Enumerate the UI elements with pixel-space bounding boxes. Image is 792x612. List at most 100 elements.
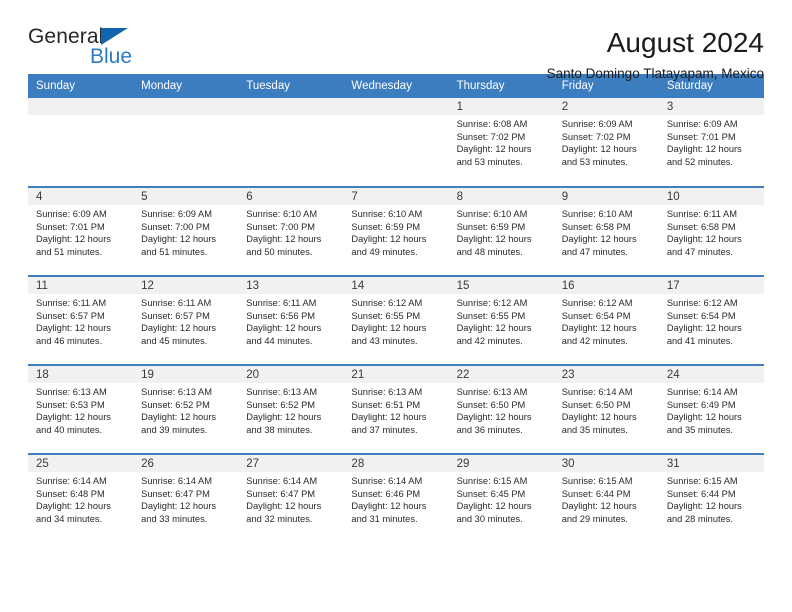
day-info-line: Sunset: 6:49 PM [666, 399, 736, 410]
day-info-line: and 30 minutes. [456, 513, 523, 524]
day-info-line: and 41 minutes. [666, 335, 733, 346]
calendar-day-cell[interactable]: 25 Sunrise: 6:14 AM Sunset: 6:48 PM Dayligh… [28, 453, 134, 543]
day-info-line: Sunset: 6:55 PM [351, 310, 421, 321]
calendar-day-cell[interactable]: 21 Sunrise: 6:13 AM Sunset: 6:51 PM Dayligh… [343, 364, 449, 454]
day-info-line: Sunrise: 6:14 AM [351, 476, 423, 486]
day-info-line: Sunset: 6:53 PM [36, 399, 105, 410]
day-sun-info: Sunrise: 6:14 AM Sunset: 6:50 PM Daylight:… [554, 383, 659, 436]
day-info-line: Sunrise: 6:14 AM [666, 387, 738, 397]
day-info-line: Daylight: 12 hours [666, 323, 742, 334]
calendar-day-cell[interactable]: 20 Sunrise: 6:13 AM Sunset: 6:52 PM Dayligh… [238, 364, 344, 454]
calendar-day-cell[interactable]: 3 Sunrise: 6:09 AM Sunset: 7:01 PM Daylight… [658, 98, 764, 187]
day-info-line: and 28 minutes. [666, 513, 733, 524]
day-info-line: Sunset: 6:59 PM [351, 221, 421, 232]
day-info-line: Sunrise: 6:10 AM [351, 209, 423, 219]
calendar-day-cell[interactable]: 14 Sunrise: 6:12 AM Sunset: 6:55 PM Dayligh… [343, 275, 449, 365]
day-info-line: Sunrise: 6:12 AM [666, 298, 738, 308]
calendar-day-cell[interactable]: 7 Sunrise: 6:10 AM Sunset: 6:59 PM Daylight… [343, 186, 449, 276]
calendar-day-cell[interactable]: 8 Sunrise: 6:10 AM Sunset: 6:59 PM Daylight… [448, 186, 554, 276]
calendar-day-cell[interactable]: 17 Sunrise: 6:12 AM Sunset: 6:54 PM Dayligh… [658, 275, 764, 365]
day-sun-info: Sunrise: 6:14 AM Sunset: 6:47 PM Daylight:… [133, 472, 238, 525]
calendar-day-cell[interactable]: 10 Sunrise: 6:11 AM Sunset: 6:58 PM Dayligh… [658, 186, 764, 276]
day-number: 18 [28, 366, 134, 383]
day-info-line: and 46 minutes. [36, 335, 103, 346]
day-info-line: and 48 minutes. [456, 246, 523, 257]
day-info-line: Sunset: 7:01 PM [36, 221, 105, 232]
day-info-line: and 37 minutes. [351, 424, 418, 435]
calendar-day-cell[interactable]: 18 Sunrise: 6:13 AM Sunset: 6:53 PM Dayligh… [28, 364, 134, 454]
day-info-line: Sunrise: 6:10 AM [456, 209, 528, 219]
calendar-day-cell[interactable]: 9 Sunrise: 6:10 AM Sunset: 6:58 PM Daylight… [553, 186, 659, 276]
day-info-line: Sunrise: 6:14 AM [246, 476, 318, 486]
day-number: 15 [448, 277, 554, 294]
calendar-day-cell[interactable]: 6 Sunrise: 6:10 AM Sunset: 7:00 PM Daylight… [238, 186, 344, 276]
calendar-day-cell[interactable]: 31 Sunrise: 6:15 AM Sunset: 6:44 PM Dayligh… [658, 453, 764, 543]
calendar-day-cell[interactable]: 16 Sunrise: 6:12 AM Sunset: 6:54 PM Dayligh… [553, 275, 659, 365]
day-sun-info: Sunrise: 6:15 AM Sunset: 6:44 PM Daylight:… [659, 472, 764, 525]
day-info-line: Sunrise: 6:15 AM [561, 476, 633, 486]
weekday-header-wednesday: Wednesday [343, 74, 449, 98]
calendar-day-cell[interactable]: 4 Sunrise: 6:09 AM Sunset: 7:01 PM Daylight… [28, 186, 134, 276]
day-sun-info: Sunrise: 6:12 AM Sunset: 6:54 PM Daylight:… [554, 294, 659, 347]
calendar-day-cell[interactable]: 15 Sunrise: 6:12 AM Sunset: 6:55 PM Dayligh… [448, 275, 554, 365]
day-info-line: and 52 minutes. [666, 156, 733, 167]
day-number: 28 [343, 455, 449, 472]
general-blue-logo[interactable]: General Blue [28, 26, 148, 74]
calendar-day-cell[interactable]: 23 Sunrise: 6:14 AM Sunset: 6:50 PM Dayligh… [553, 364, 659, 454]
day-info-line: Sunset: 6:54 PM [561, 310, 631, 321]
day-info-line: Sunset: 6:54 PM [666, 310, 736, 321]
calendar-day-cell[interactable]: 30 Sunrise: 6:15 AM Sunset: 6:44 PM Dayligh… [553, 453, 659, 543]
day-info-line: Daylight: 12 hours [456, 501, 532, 512]
day-info-line: Daylight: 12 hours [36, 323, 111, 334]
day-info-line: Sunset: 6:58 PM [561, 221, 631, 232]
calendar-day-cell[interactable]: 19 Sunrise: 6:13 AM Sunset: 6:52 PM Dayligh… [133, 364, 239, 454]
day-number: 26 [133, 455, 239, 472]
calendar-day-cell[interactable]: 26 Sunrise: 6:14 AM Sunset: 6:47 PM Dayligh… [133, 453, 239, 543]
day-info-line: and 40 minutes. [36, 424, 103, 435]
day-number: 9 [553, 188, 659, 205]
day-sun-info: Sunrise: 6:13 AM Sunset: 6:50 PM Daylight:… [449, 383, 554, 436]
day-info-line: Sunrise: 6:15 AM [456, 476, 528, 486]
day-info-line: and 33 minutes. [141, 513, 208, 524]
day-sun-info: Sunrise: 6:09 AM Sunset: 7:01 PM Daylight:… [28, 205, 133, 258]
day-info-line: Sunrise: 6:09 AM [36, 209, 107, 219]
calendar-day-cell[interactable]: 1 Sunrise: 6:08 AM Sunset: 7:02 PM Daylight… [448, 98, 554, 187]
calendar-day-cell[interactable]: 24 Sunrise: 6:14 AM Sunset: 6:49 PM Dayligh… [658, 364, 764, 454]
calendar-day-cell[interactable]: 2 Sunrise: 6:09 AM Sunset: 7:02 PM Daylight… [553, 98, 659, 187]
day-info-line: Daylight: 12 hours [666, 234, 742, 245]
calendar-table: Sunday Monday Tuesday Wednesday Thursday Frid… [28, 74, 764, 543]
calendar-day-cell[interactable]: 12 Sunrise: 6:11 AM Sunset: 6:57 PM Dayligh… [133, 275, 239, 365]
calendar-day-cell[interactable]: 5 Sunrise: 6:09 AM Sunset: 7:00 PM Daylight… [133, 186, 239, 276]
day-number: 29 [448, 455, 554, 472]
day-info-line: Daylight: 12 hours [351, 501, 427, 512]
day-info-line: and 51 minutes. [141, 246, 208, 257]
calendar-day-cell[interactable]: 11 Sunrise: 6:11 AM Sunset: 6:57 PM Dayligh… [28, 275, 134, 365]
calendar-day-cell[interactable]: 13 Sunrise: 6:11 AM Sunset: 6:56 PM Dayligh… [238, 275, 344, 365]
page-title: August 2024 [606, 27, 764, 58]
day-number: 16 [553, 277, 659, 294]
day-info-line: and 35 minutes. [666, 424, 733, 435]
day-info-line: and 31 minutes. [351, 513, 418, 524]
weekday-header-monday: Monday [133, 74, 239, 98]
day-number: 25 [28, 455, 134, 472]
day-info-line: Sunrise: 6:10 AM [246, 209, 318, 219]
day-info-line: Sunrise: 6:13 AM [36, 387, 107, 397]
calendar-week-row: 1 Sunrise: 6:08 AM Sunset: 7:02 PM Daylight… [28, 98, 764, 187]
day-info-line: Daylight: 12 hours [141, 234, 217, 245]
calendar-day-cell[interactable]: 22 Sunrise: 6:13 AM Sunset: 6:50 PM Dayligh… [448, 364, 554, 454]
day-info-line: Sunrise: 6:11 AM [141, 298, 212, 308]
day-info-line: and 34 minutes. [36, 513, 103, 524]
day-info-line: Daylight: 12 hours [561, 234, 637, 245]
calendar-day-cell[interactable]: 27 Sunrise: 6:14 AM Sunset: 6:47 PM Dayligh… [238, 453, 344, 543]
calendar-day-cell[interactable]: 28 Sunrise: 6:14 AM Sunset: 6:46 PM Dayligh… [343, 453, 449, 543]
day-info-line: Sunrise: 6:08 AM [456, 119, 528, 129]
day-number [343, 98, 449, 115]
day-info-line: and 43 minutes. [351, 335, 418, 346]
calendar-day-cell-empty [238, 98, 344, 187]
day-info-line: and 42 minutes. [561, 335, 628, 346]
calendar-day-cell[interactable]: 29 Sunrise: 6:15 AM Sunset: 6:45 PM Dayligh… [448, 453, 554, 543]
day-info-line: Sunset: 6:46 PM [351, 488, 421, 499]
day-number: 20 [238, 366, 344, 383]
day-info-line: and 47 minutes. [666, 246, 733, 257]
day-sun-info: Sunrise: 6:08 AM Sunset: 7:02 PM Daylight:… [449, 115, 554, 168]
